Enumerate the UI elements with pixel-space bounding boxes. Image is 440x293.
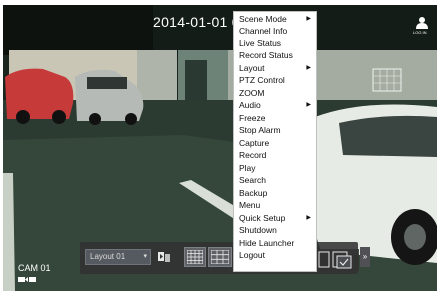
menu-item-label: Scene Mode <box>239 14 287 24</box>
menu-item-label: Shutdown <box>239 225 277 235</box>
menu-item-stop-alarm[interactable]: Stop Alarm <box>234 124 318 136</box>
menu-item-label: Layout <box>239 63 265 73</box>
camera-status-icon <box>18 277 36 282</box>
menu-item-label: Record Status <box>239 50 293 60</box>
menu-item-quick-setup[interactable]: Quick Setup ▶ <box>234 212 318 224</box>
menu-item-label: Freeze <box>239 113 266 123</box>
menu-item-record[interactable]: Record <box>234 149 318 161</box>
menu-item-label: PTZ Control <box>239 75 285 85</box>
menu-item-label: Channel Info <box>239 26 288 36</box>
menu-item-backup[interactable]: Backup <box>234 187 318 199</box>
menu-item-label: Quick Setup <box>239 213 286 223</box>
menu-item-label: Record <box>239 150 267 160</box>
context-menu: Scene Mode ▶ Channel Info Live Status Rec… <box>233 11 317 272</box>
menu-item-search[interactable]: Search <box>234 174 318 186</box>
menu-item-zoom[interactable]: ZOOM <box>234 87 318 99</box>
menu-item-live-status[interactable]: Live Status <box>234 37 318 49</box>
grid-9-icon <box>211 250 229 264</box>
menu-item-play[interactable]: Play <box>234 162 318 174</box>
menu-item-menu[interactable]: Menu <box>234 199 318 211</box>
menu-item-label: Live Status <box>239 38 282 48</box>
menu-item-record-status[interactable]: Record Status <box>234 49 318 61</box>
launcher-expand-button[interactable]: » <box>360 247 370 267</box>
layout-dropdown[interactable]: Layout 01 ▾ <box>85 249 151 265</box>
live-camera-view[interactable]: 2014-01-01 0 LOG IN CAM 01 Layout 01 ▾ » <box>3 5 437 291</box>
menu-item-capture[interactable]: Capture <box>234 137 318 149</box>
menu-item-label: ZOOM <box>239 88 265 98</box>
menu-item-logout[interactable]: Logout <box>234 249 318 261</box>
menu-item-label: Backup <box>239 188 268 198</box>
split-9-button[interactable] <box>208 247 232 267</box>
menu-item-label: Capture <box>239 138 270 148</box>
menu-item-label: Logout <box>239 250 265 260</box>
login-label: LOG IN <box>413 30 427 35</box>
submenu-arrow-icon: ▶ <box>306 215 311 221</box>
menu-item-label: Search <box>239 175 266 185</box>
capture-layout-icon[interactable] <box>315 249 359 271</box>
menu-item-label: Stop Alarm <box>239 125 281 135</box>
login-button[interactable]: LOG IN <box>413 16 429 36</box>
layout-dropdown-value: Layout 01 <box>90 252 126 261</box>
menu-item-ptz-control[interactable]: PTZ Control <box>234 74 318 86</box>
menu-item-label: Play <box>239 163 256 173</box>
menu-item-freeze[interactable]: Freeze <box>234 112 318 124</box>
menu-item-channel-info[interactable]: Channel Info <box>234 25 318 37</box>
menu-item-label: Hide Launcher <box>239 238 295 248</box>
sequence-icon[interactable] <box>157 250 171 264</box>
menu-item-hide-launcher[interactable]: Hide Launcher <box>234 237 318 249</box>
datetime-overlay: 2014-01-01 0 <box>153 14 240 30</box>
submenu-arrow-icon: ▶ <box>306 65 311 71</box>
camera-name: CAM 01 <box>18 263 51 273</box>
submenu-arrow-icon: ▶ <box>306 16 311 22</box>
submenu-arrow-icon: ▶ <box>306 102 311 108</box>
menu-item-label: Audio <box>239 100 261 110</box>
menu-item-scene-mode[interactable]: Scene Mode ▶ <box>234 13 318 25</box>
menu-item-audio[interactable]: Audio ▶ <box>234 99 318 111</box>
menu-item-label: Menu <box>239 200 261 210</box>
menu-item-layout[interactable]: Layout ▶ <box>234 62 318 74</box>
user-icon <box>416 17 428 29</box>
chevron-down-icon: ▾ <box>143 253 147 260</box>
split-16-button[interactable] <box>184 247 206 267</box>
grid-16-icon <box>187 250 203 264</box>
menu-item-shutdown[interactable]: Shutdown <box>234 224 318 236</box>
